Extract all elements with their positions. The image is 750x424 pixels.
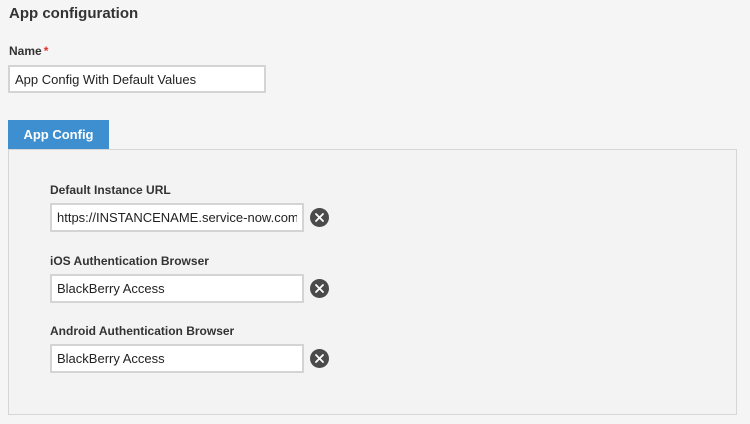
ios-auth-browser-label: iOS Authentication Browser — [50, 254, 209, 268]
tab-app-config[interactable]: App Config — [8, 120, 109, 149]
clear-default-instance-url-button[interactable] — [310, 208, 329, 227]
ios-auth-browser-input[interactable] — [50, 274, 304, 303]
default-instance-url-label: Default Instance URL — [50, 183, 171, 197]
default-instance-url-input[interactable] — [50, 203, 304, 232]
name-input[interactable] — [8, 65, 266, 93]
close-circle-icon — [315, 213, 324, 222]
close-circle-icon — [315, 284, 324, 293]
name-label: Name * — [9, 44, 48, 58]
close-circle-icon — [315, 354, 324, 363]
name-label-text: Name — [9, 44, 42, 58]
clear-android-auth-browser-button[interactable] — [310, 349, 329, 368]
required-marker: * — [43, 44, 49, 58]
android-auth-browser-input[interactable] — [50, 344, 304, 373]
page-title: App configuration — [9, 5, 139, 22]
android-auth-browser-label: Android Authentication Browser — [50, 324, 235, 338]
clear-ios-auth-browser-button[interactable] — [310, 279, 329, 298]
